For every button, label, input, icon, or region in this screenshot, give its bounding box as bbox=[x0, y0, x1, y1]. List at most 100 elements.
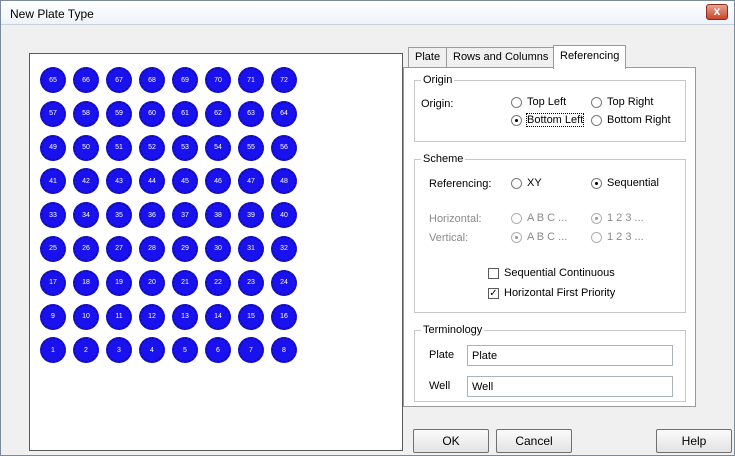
plate-well[interactable]: 55 bbox=[238, 134, 264, 161]
plate-well[interactable]: 61 bbox=[172, 100, 198, 127]
plate-well[interactable]: 19 bbox=[106, 269, 132, 296]
plate-well[interactable]: 34 bbox=[73, 202, 99, 229]
plate-well[interactable]: 44 bbox=[139, 168, 165, 195]
plate-well[interactable]: 48 bbox=[271, 168, 297, 195]
plate-well[interactable]: 2 bbox=[73, 337, 99, 364]
plate-well[interactable]: 23 bbox=[238, 269, 264, 296]
well-number: 59 bbox=[115, 110, 123, 118]
horizontal-123-radio[interactable]: 1 2 3 ... bbox=[591, 212, 644, 224]
plate-well[interactable]: 4 bbox=[139, 337, 165, 364]
plate-well[interactable]: 5 bbox=[172, 337, 198, 364]
plate-well[interactable]: 14 bbox=[205, 303, 231, 330]
referencing-sequential-radio[interactable]: Sequential bbox=[591, 177, 659, 189]
plate-well[interactable]: 7 bbox=[238, 337, 264, 364]
horizontal-abc-radio[interactable]: A B C ... bbox=[511, 212, 567, 224]
referencing-xy-radio[interactable]: XY bbox=[511, 177, 542, 189]
tab-referencing[interactable]: Referencing bbox=[553, 45, 627, 69]
plate-well[interactable]: 63 bbox=[238, 100, 264, 127]
plate-well[interactable]: 67 bbox=[106, 67, 132, 93]
plate-well[interactable]: 50 bbox=[73, 134, 99, 161]
help-button[interactable]: Help bbox=[656, 429, 732, 453]
plate-well[interactable]: 38 bbox=[205, 202, 231, 229]
ok-button[interactable]: OK bbox=[413, 429, 489, 453]
well-number: 15 bbox=[247, 313, 255, 321]
plate-well[interactable]: 41 bbox=[40, 168, 66, 195]
plate-well[interactable]: 39 bbox=[238, 202, 264, 229]
plate-well[interactable]: 9 bbox=[40, 303, 66, 330]
vertical-abc-radio[interactable]: A B C ... bbox=[511, 231, 567, 243]
sequential-continuous-checkbox[interactable]: Sequential Continuous bbox=[488, 267, 615, 279]
referencing-label: Referencing: bbox=[429, 178, 492, 190]
plate-well[interactable]: 58 bbox=[73, 100, 99, 127]
plate-well[interactable]: 3 bbox=[106, 337, 132, 364]
vertical-123-radio[interactable]: 1 2 3 ... bbox=[591, 231, 644, 243]
plate-well[interactable]: 11 bbox=[106, 303, 132, 330]
well-term-input[interactable] bbox=[467, 376, 673, 397]
plate-well[interactable]: 35 bbox=[106, 202, 132, 229]
well-number: 3 bbox=[117, 346, 121, 354]
radio-indicator bbox=[511, 231, 522, 243]
origin-bottom-left-radio[interactable]: Bottom Left bbox=[511, 113, 585, 127]
plate-well[interactable]: 33 bbox=[40, 202, 66, 229]
plate-well[interactable]: 46 bbox=[205, 168, 231, 195]
plate-well[interactable]: 65 bbox=[40, 67, 66, 93]
plate-well[interactable]: 70 bbox=[205, 67, 231, 93]
plate-well[interactable]: 37 bbox=[172, 202, 198, 229]
origin-top-left-radio[interactable]: Top Left bbox=[511, 96, 566, 108]
horizontal-first-priority-checkbox[interactable]: ✓ Horizontal First Priority bbox=[488, 287, 615, 299]
plate-well[interactable]: 66 bbox=[73, 67, 99, 93]
well-number: 4 bbox=[150, 346, 154, 354]
plate-well[interactable]: 51 bbox=[106, 134, 132, 161]
plate-well[interactable]: 47 bbox=[238, 168, 264, 195]
tab-plate[interactable]: Plate bbox=[408, 47, 448, 68]
plate-well[interactable]: 13 bbox=[172, 303, 198, 330]
plate-well[interactable]: 28 bbox=[139, 235, 165, 262]
plate-well[interactable]: 10 bbox=[73, 303, 99, 330]
tab-rows-and-columns[interactable]: Rows and Columns bbox=[446, 47, 556, 68]
plate-well[interactable]: 53 bbox=[172, 134, 198, 161]
plate-well[interactable]: 12 bbox=[139, 303, 165, 330]
cancel-button[interactable]: Cancel bbox=[496, 429, 572, 453]
plate-well[interactable]: 60 bbox=[139, 100, 165, 127]
plate-well[interactable]: 18 bbox=[73, 269, 99, 296]
plate-well[interactable]: 49 bbox=[40, 134, 66, 161]
plate-well[interactable]: 32 bbox=[271, 235, 297, 262]
plate-well[interactable]: 59 bbox=[106, 100, 132, 127]
origin-top-right-radio[interactable]: Top Right bbox=[591, 96, 653, 108]
plate-well[interactable]: 45 bbox=[172, 168, 198, 195]
plate-well[interactable]: 56 bbox=[271, 134, 297, 161]
plate-well[interactable]: 71 bbox=[238, 67, 264, 93]
plate-well[interactable]: 27 bbox=[106, 235, 132, 262]
close-button[interactable]: x bbox=[706, 4, 728, 20]
plate-well[interactable]: 54 bbox=[205, 134, 231, 161]
plate-well[interactable]: 57 bbox=[40, 100, 66, 127]
plate-well[interactable]: 30 bbox=[205, 235, 231, 262]
plate-well[interactable]: 22 bbox=[205, 269, 231, 296]
plate-well[interactable]: 6 bbox=[205, 337, 231, 364]
plate-well[interactable]: 21 bbox=[172, 269, 198, 296]
plate-well[interactable]: 52 bbox=[139, 134, 165, 161]
plate-well[interactable]: 16 bbox=[271, 303, 297, 330]
plate-well[interactable]: 43 bbox=[106, 168, 132, 195]
plate-well[interactable]: 42 bbox=[73, 168, 99, 195]
plate-well[interactable]: 26 bbox=[73, 235, 99, 262]
plate-well[interactable]: 15 bbox=[238, 303, 264, 330]
plate-well[interactable]: 25 bbox=[40, 235, 66, 262]
plate-well[interactable]: 68 bbox=[139, 67, 165, 93]
plate-term-input[interactable] bbox=[467, 345, 673, 366]
plate-well[interactable]: 72 bbox=[271, 67, 297, 93]
plate-well[interactable]: 36 bbox=[139, 202, 165, 229]
plate-well[interactable]: 69 bbox=[172, 67, 198, 93]
plate-well[interactable]: 64 bbox=[271, 100, 297, 127]
origin-bottom-right-radio[interactable]: Bottom Right bbox=[591, 114, 671, 126]
plate-well[interactable]: 17 bbox=[40, 269, 66, 296]
plate-well[interactable]: 8 bbox=[271, 337, 297, 364]
plate-well[interactable]: 1 bbox=[40, 337, 66, 364]
plate-well[interactable]: 20 bbox=[139, 269, 165, 296]
plate-well[interactable]: 29 bbox=[172, 235, 198, 262]
close-icon: x bbox=[713, 4, 721, 18]
plate-well[interactable]: 31 bbox=[238, 235, 264, 262]
plate-well[interactable]: 62 bbox=[205, 100, 231, 127]
plate-well[interactable]: 40 bbox=[271, 202, 297, 229]
plate-well[interactable]: 24 bbox=[271, 269, 297, 296]
